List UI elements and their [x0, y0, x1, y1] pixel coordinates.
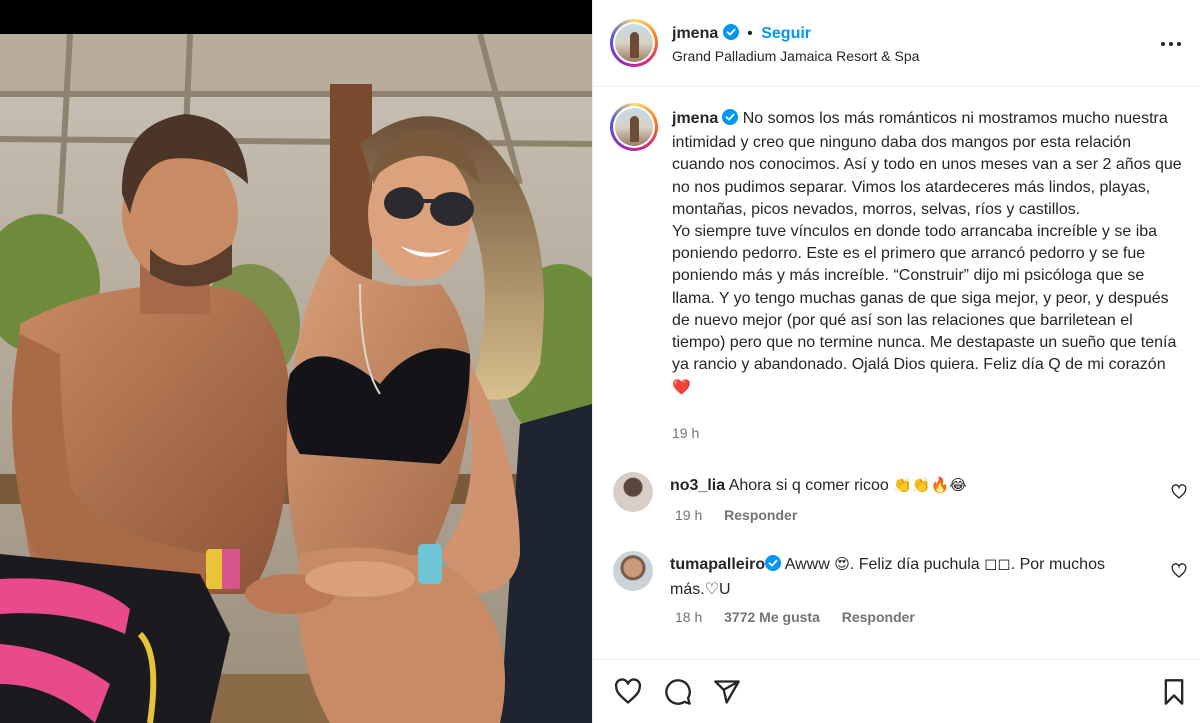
verified-icon [765, 555, 782, 579]
caption-username[interactable]: jmena [672, 110, 718, 127]
comment-timestamp[interactable]: 19 h [675, 507, 702, 523]
more-icon[interactable] [1159, 34, 1183, 54]
author-avatar[interactable] [610, 19, 658, 67]
post-location[interactable]: Grand Palladium Jamaica Resort & Spa [672, 48, 919, 64]
heart-icon[interactable] [1171, 484, 1187, 500]
caption-text: No somos los más románticos ni mostramos… [672, 110, 1182, 374]
red-heart-emoji: ❤️ [672, 378, 691, 397]
comment-emoji: 👏👏🔥😂 [893, 476, 967, 494]
bookmark-icon[interactable] [1160, 678, 1188, 706]
caption-author-avatar[interactable] [610, 103, 658, 151]
author-username[interactable]: jmena [672, 25, 718, 42]
heart-icon[interactable] [1171, 563, 1187, 579]
comment-text: tumapalleiro Awww 😍. Feliz día puchula ◻… [670, 553, 1160, 601]
comment-avatar[interactable] [613, 472, 653, 512]
verified-icon [722, 109, 739, 132]
comment-body: Ahora si q comer ricoo [728, 477, 889, 494]
comment-icon[interactable] [664, 678, 692, 706]
photo-top-bar [0, 0, 592, 34]
post-header: jmena • Seguir Grand Palladium Jamaica R… [593, 0, 1200, 87]
post-photo-pane [0, 0, 592, 723]
comment-avatar[interactable] [613, 551, 653, 591]
comment-meta: 18 h 3772 Me gusta Responder [675, 609, 933, 625]
action-bar [593, 659, 1200, 723]
author-line: jmena • Seguir [672, 24, 811, 45]
comment-username[interactable]: no3_lia [670, 477, 725, 494]
post-photo-image [0, 34, 592, 723]
verified-icon [722, 24, 739, 45]
comment-text: no3_lia Ahora si q comer ricoo 👏👏🔥😂 [670, 474, 1160, 498]
comment-likes-count[interactable]: 3772 Me gusta [724, 609, 820, 625]
comment-username[interactable]: tumapalleiro [670, 556, 765, 573]
comment-timestamp[interactable]: 18 h [675, 609, 702, 625]
comment-body: Awww [784, 556, 830, 573]
share-icon[interactable] [713, 678, 741, 706]
comment-emoji: 😍 [834, 555, 850, 573]
heart-icon[interactable] [614, 678, 642, 706]
post-photo[interactable] [0, 34, 592, 723]
post-panel: jmena • Seguir Grand Palladium Jamaica R… [592, 0, 1200, 723]
reply-button[interactable]: Responder [724, 507, 797, 523]
follow-button[interactable]: Seguir [761, 25, 811, 42]
post-caption: jmena No somos los más románticos ni mos… [672, 108, 1182, 400]
reply-button[interactable]: Responder [842, 609, 915, 625]
caption-timestamp[interactable]: 19 h [672, 425, 699, 441]
comment-meta: 19 h Responder [675, 507, 815, 523]
separator-dot: • [747, 25, 753, 42]
